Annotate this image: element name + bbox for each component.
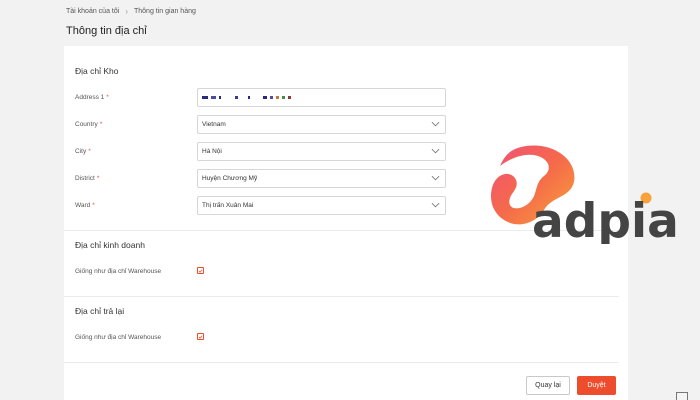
chevron-down-icon (431, 202, 440, 208)
district-value: Huyện Chương Mỹ (202, 175, 258, 182)
back-button[interactable]: Quay lại (526, 376, 570, 395)
business-section-title: Địa chỉ kinh doanh (75, 240, 145, 250)
city-select[interactable]: Hà Nội (197, 142, 446, 161)
ward-label: Ward * (75, 202, 95, 209)
page-title: Thông tin địa chỉ (66, 25, 147, 37)
country-value: Vietnam (202, 121, 226, 128)
address1-input[interactable] (197, 88, 446, 107)
business-same-as-warehouse-label: Giống như địa chỉ Warehouse (75, 268, 162, 275)
business-same-as-warehouse-checkbox[interactable] (197, 267, 204, 274)
approve-button[interactable]: Duyệt (577, 376, 616, 395)
country-label: Country * (75, 121, 103, 128)
chevron-down-icon (431, 121, 440, 127)
chevron-down-icon (431, 148, 440, 154)
city-value: Hà Nội (202, 148, 222, 155)
breadcrumb: Tài khoản của tôi › Thông tin gian hàng (66, 7, 196, 16)
chevron-down-icon (431, 175, 440, 181)
adpia-watermark-logo: adpia (490, 145, 679, 244)
warehouse-section-title: Địa chỉ Kho (75, 66, 119, 76)
adpia-logo-text: adpia (532, 194, 679, 244)
check-icon (198, 335, 203, 339)
ward-select[interactable]: Thị trấn Xuân Mai (197, 196, 446, 215)
divider (64, 362, 619, 363)
chevron-right-icon: › (125, 7, 128, 16)
return-same-as-warehouse-label: Giống như địa chỉ Warehouse (75, 334, 162, 341)
district-label: District * (75, 175, 100, 182)
address1-label: Address 1 * (75, 94, 109, 101)
divider (64, 296, 619, 297)
masked-address-value (202, 96, 291, 99)
check-icon (198, 269, 203, 273)
scroll-to-top-icon[interactable] (676, 392, 688, 400)
country-select[interactable]: Vietnam (197, 115, 446, 134)
city-label: City * (75, 148, 91, 155)
breadcrumb-item-account[interactable]: Tài khoản của tôi (66, 8, 119, 15)
ward-value: Thị trấn Xuân Mai (202, 202, 254, 209)
district-select[interactable]: Huyện Chương Mỹ (197, 169, 446, 188)
return-same-as-warehouse-checkbox[interactable] (197, 333, 204, 340)
breadcrumb-item-shop-info[interactable]: Thông tin gian hàng (134, 8, 196, 15)
return-section-title: Địa chỉ trả lại (75, 306, 125, 316)
